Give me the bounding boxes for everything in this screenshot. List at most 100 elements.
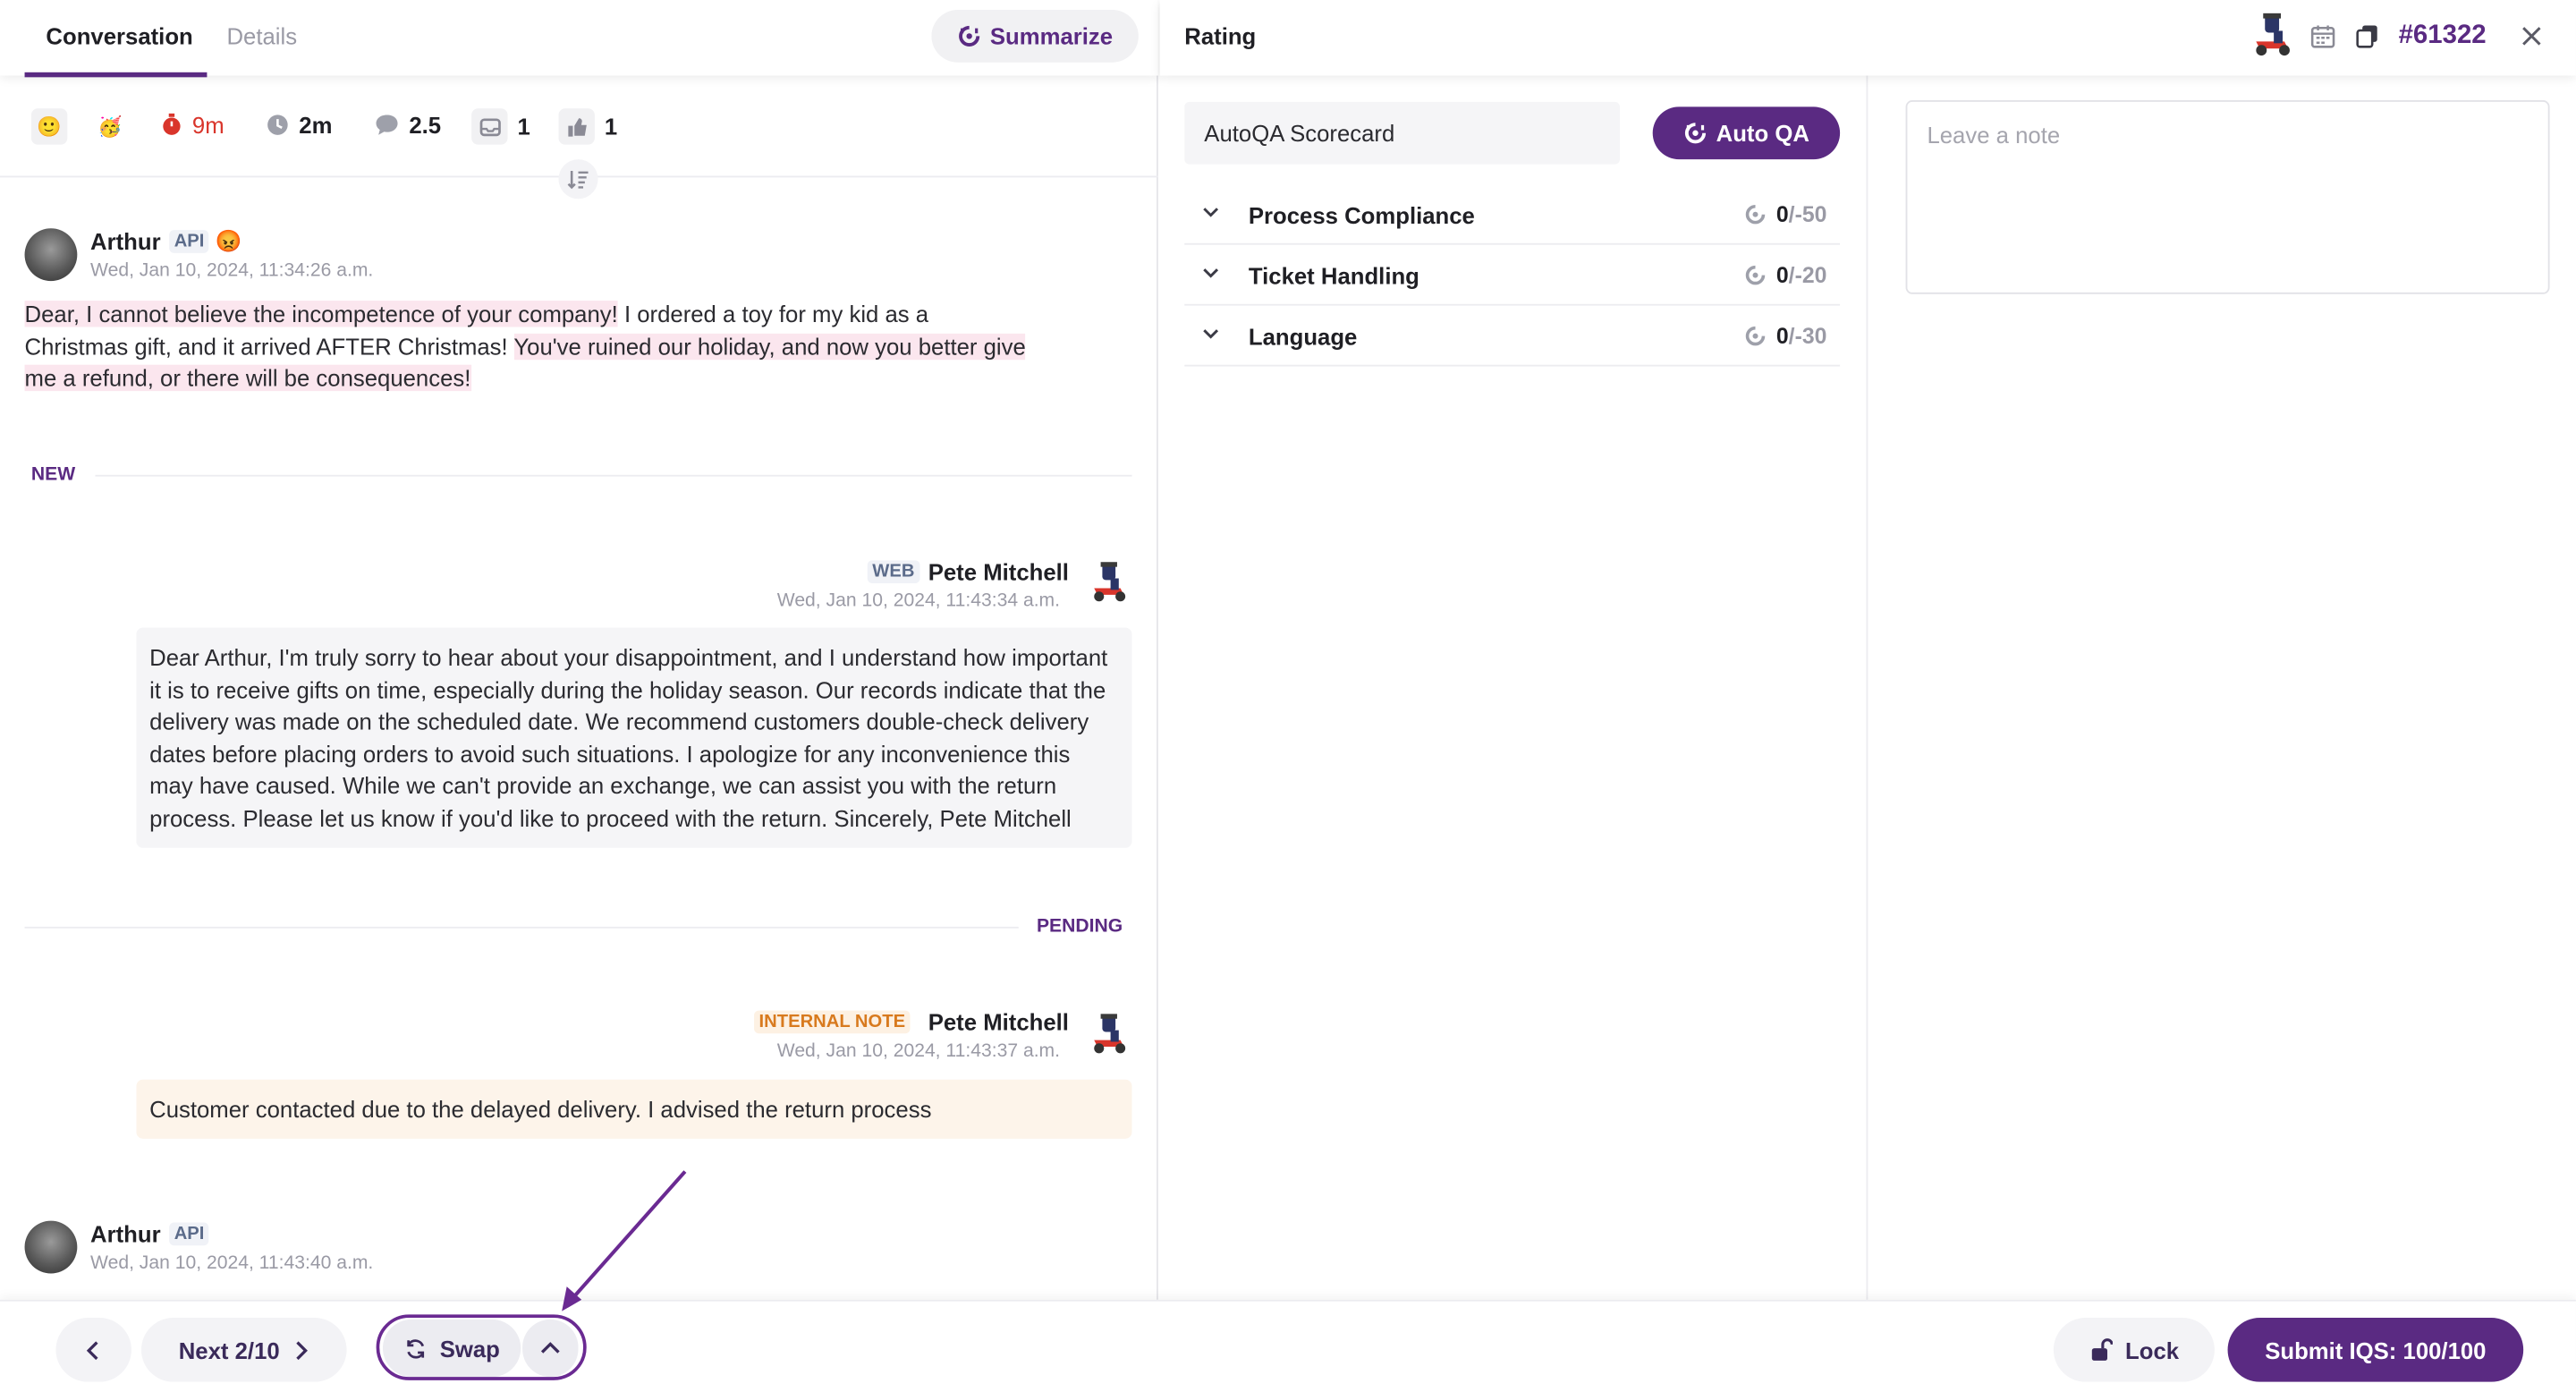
author-name: Arthur bbox=[90, 228, 161, 255]
lock-label: Lock bbox=[2125, 1337, 2180, 1363]
close-icon[interactable] bbox=[2519, 23, 2545, 49]
note-input[interactable]: Leave a note bbox=[1905, 100, 2550, 294]
pane-divider bbox=[1866, 75, 1868, 1300]
section-ticket-handling[interactable]: Ticket Handling 0/-20 bbox=[1184, 245, 1841, 306]
likes-stat: 1 bbox=[558, 108, 618, 145]
pending-divider-label: PENDING bbox=[1036, 916, 1123, 937]
channel-badge: WEB bbox=[867, 560, 919, 584]
section-language[interactable]: Language 0/-30 bbox=[1184, 306, 1841, 367]
channel-badge: INTERNAL NOTE bbox=[754, 1010, 911, 1034]
score-max: /-50 bbox=[1788, 201, 1827, 227]
section-label: Language bbox=[1248, 323, 1358, 351]
swap-highlight-ring bbox=[376, 1314, 587, 1380]
bottom-action-bar: Next 2/10 Swap Lock Submit IQS: 100/100 bbox=[0, 1299, 2576, 1392]
scooter-icon bbox=[1094, 1014, 1126, 1054]
rating-header: Rating #61322 bbox=[1159, 0, 2576, 76]
thumbs-up-icon bbox=[558, 108, 595, 145]
message-body: Dear, I cannot believe the incompetence … bbox=[24, 299, 1027, 395]
chevron-down-icon bbox=[1203, 268, 1219, 278]
new-divider-label: NEW bbox=[30, 464, 76, 485]
summarize-icon bbox=[1746, 326, 1766, 346]
auto-qa-label: Auto QA bbox=[1716, 120, 1809, 147]
clock-icon bbox=[267, 115, 288, 135]
channel-badge: API bbox=[169, 230, 209, 253]
auto-qa-button[interactable]: Auto QA bbox=[1652, 106, 1841, 160]
score-value: 0 bbox=[1775, 262, 1789, 288]
previous-button[interactable] bbox=[55, 1318, 131, 1382]
section-score: 0/-20 bbox=[1745, 262, 1827, 288]
author-name: Arthur bbox=[90, 1220, 161, 1248]
rating-title: Rating bbox=[1184, 22, 1257, 50]
message-body: Dear Arthur, I'm truly sorry to hear abo… bbox=[136, 627, 1132, 848]
party-icon: 🥳 bbox=[97, 115, 123, 139]
next-label: Next 2/10 bbox=[178, 1337, 280, 1363]
scorecard-select[interactable]: AutoQA Scorecard bbox=[1184, 101, 1620, 165]
avatar bbox=[24, 1220, 78, 1274]
section-label: Ticket Handling bbox=[1248, 262, 1419, 290]
replies-value: 1 bbox=[517, 113, 530, 140]
active-tab-indicator bbox=[24, 72, 208, 78]
lock-button[interactable]: Lock bbox=[2053, 1318, 2215, 1382]
tab-conversation[interactable]: Conversation bbox=[46, 23, 192, 49]
section-score: 0/-50 bbox=[1745, 201, 1827, 227]
chevron-left-icon bbox=[86, 1340, 98, 1360]
message-timestamp: Wed, Jan 10, 2024, 11:43:37 a.m. bbox=[776, 1041, 1061, 1062]
smiley-icon: 🙂 bbox=[30, 108, 68, 145]
message-timestamp: Wed, Jan 10, 2024, 11:43:34 a.m. bbox=[776, 591, 1061, 612]
replies-stat: 1 bbox=[471, 108, 530, 145]
submit-button[interactable]: Submit IQS: 100/100 bbox=[2227, 1318, 2524, 1382]
message-body: Customer contacted due to the delayed de… bbox=[136, 1079, 1132, 1139]
conversation-pane: Conversation Details Summarize 🙂 🥳 9m 2m bbox=[0, 0, 1158, 1392]
lock-icon bbox=[2091, 1338, 2113, 1361]
score-max: /-30 bbox=[1788, 323, 1827, 349]
copy-icon[interactable] bbox=[2354, 23, 2380, 49]
messages-value: 2.5 bbox=[409, 111, 442, 139]
section-score: 0/-30 bbox=[1745, 323, 1827, 349]
summarize-icon bbox=[1684, 123, 1706, 144]
score-max: /-20 bbox=[1788, 262, 1827, 288]
handle-time-stat: 2m bbox=[267, 111, 333, 139]
score-value: 0 bbox=[1775, 323, 1789, 349]
channel-badge: API bbox=[169, 1222, 209, 1246]
highlighted-phrase: Dear, I cannot believe the incompetence … bbox=[24, 301, 618, 327]
summarize-button[interactable]: Summarize bbox=[931, 10, 1139, 63]
chevron-right-icon bbox=[296, 1340, 309, 1360]
stopwatch-icon bbox=[163, 113, 181, 135]
summarize-icon bbox=[958, 25, 979, 47]
scooter-icon bbox=[2256, 13, 2290, 56]
message-timestamp: Wed, Jan 10, 2024, 11:43:40 a.m. bbox=[90, 1253, 374, 1274]
angry-emoji-icon: 😡 bbox=[215, 228, 242, 253]
chevron-down-icon bbox=[1203, 329, 1219, 339]
likes-value: 1 bbox=[604, 113, 618, 140]
section-label: Process Compliance bbox=[1248, 201, 1475, 229]
score-value: 0 bbox=[1775, 201, 1789, 227]
new-divider-line bbox=[95, 474, 1132, 477]
first-response-stat: 9m bbox=[161, 112, 225, 138]
ticket-id[interactable]: #61322 bbox=[2399, 21, 2487, 51]
summarize-icon bbox=[1746, 204, 1766, 225]
sentiment-stat[interactable]: 🙂 bbox=[30, 108, 68, 145]
chevron-down-icon bbox=[1203, 208, 1219, 217]
mood-stat[interactable]: 🥳 bbox=[92, 108, 128, 144]
inbox-icon bbox=[471, 108, 508, 145]
scooter-icon bbox=[1094, 562, 1126, 602]
conversation-tabs: Conversation Details Summarize bbox=[0, 0, 1158, 78]
messages-stat: 2.5 bbox=[375, 112, 441, 138]
next-button[interactable]: Next 2/10 bbox=[140, 1318, 347, 1382]
section-process-compliance[interactable]: Process Compliance 0/-50 bbox=[1184, 184, 1841, 245]
author-name: Pete Mitchell bbox=[928, 558, 1069, 585]
first-response-value: 9m bbox=[191, 111, 225, 139]
calendar-icon[interactable] bbox=[2309, 23, 2335, 49]
chat-icon bbox=[376, 115, 398, 135]
summarize-icon bbox=[1746, 265, 1766, 285]
author-name: Pete Mitchell bbox=[928, 1008, 1069, 1036]
summarize-label: Summarize bbox=[989, 22, 1114, 50]
submit-label: Submit IQS: 100/100 bbox=[2265, 1337, 2487, 1363]
message-timestamp: Wed, Jan 10, 2024, 11:34:26 a.m. bbox=[90, 261, 374, 282]
app-root: Conversation Details Summarize 🙂 🥳 9m 2m bbox=[0, 0, 2576, 1392]
avatar bbox=[24, 228, 78, 282]
message-feed: Arthur API 😡 Wed, Jan 10, 2024, 11:34:26… bbox=[0, 179, 1158, 1300]
tab-details[interactable]: Details bbox=[226, 23, 297, 49]
handle-time-value: 2m bbox=[299, 111, 333, 139]
sort-icon[interactable] bbox=[558, 159, 598, 199]
